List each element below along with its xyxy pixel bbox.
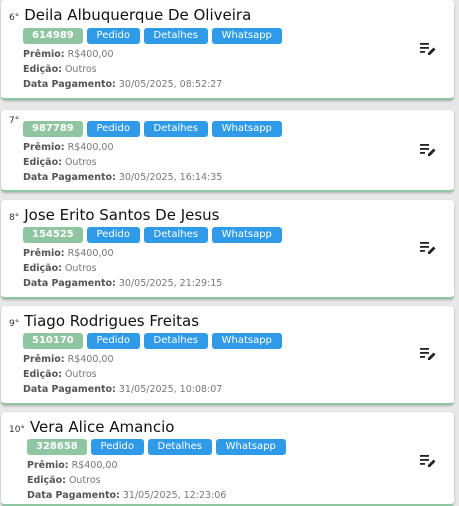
edicao-label: Edição: — [23, 369, 62, 380]
edit-list-icon[interactable] — [420, 42, 436, 56]
position-label: 7° — [9, 116, 20, 126]
whatsapp-button[interactable]: Whatsapp — [211, 227, 282, 243]
edicao-value: Outros — [64, 157, 97, 168]
data-pagamento-label: Data Pagamento: — [23, 79, 116, 90]
edit-list-icon[interactable] — [420, 143, 436, 157]
pedido-button[interactable]: Pedido — [86, 121, 140, 137]
data-pagamento-label: Data Pagamento: — [23, 172, 116, 183]
premio-value: R$400,00 — [71, 460, 118, 471]
whatsapp-button[interactable]: Whatsapp — [211, 28, 282, 44]
winner-card: 9° Tiago Rodrigues Freitas 510170 Pedido… — [1, 306, 454, 405]
data-pagamento-label: Data Pagamento: — [27, 490, 120, 501]
edicao-value: Outros — [64, 64, 97, 75]
edicao-value: Outros — [68, 475, 101, 486]
pedido-button[interactable]: Pedido — [90, 439, 144, 455]
pedido-button[interactable]: Pedido — [86, 28, 140, 44]
detalhes-button[interactable]: Detalhes — [143, 28, 208, 44]
data-pagamento-value: 30/05/2025, 08:52:27 — [118, 79, 223, 90]
detalhes-button[interactable]: Detalhes — [143, 333, 208, 349]
position-label: 6° — [9, 13, 20, 23]
ticket-code-badge: 614989 — [23, 28, 83, 44]
edicao-label: Edição: — [23, 64, 62, 75]
whatsapp-button[interactable]: Whatsapp — [211, 121, 282, 137]
premio-value: R$400,00 — [67, 248, 114, 259]
winner-name: Jose Erito Santos De Jesus — [24, 206, 220, 224]
detalhes-button[interactable]: Detalhes — [143, 227, 208, 243]
edicao-label: Edição: — [27, 475, 66, 486]
premio-value: R$400,00 — [67, 142, 114, 153]
edicao-label: Edição: — [23, 157, 62, 168]
detalhes-button[interactable]: Detalhes — [143, 121, 208, 137]
data-pagamento-label: Data Pagamento: — [23, 278, 116, 289]
data-pagamento-value: 30/05/2025, 16:14:35 — [118, 172, 223, 183]
ticket-code-badge: 328658 — [27, 439, 87, 455]
premio-label: Prêmio: — [23, 49, 65, 60]
winner-details: Prêmio: R$400,00 Edição: Outros Data Pag… — [23, 352, 222, 397]
ticket-code-badge: 510170 — [23, 333, 83, 349]
data-pagamento-label: Data Pagamento: — [23, 384, 116, 395]
data-pagamento-value: 31/05/2025, 12:23:06 — [122, 490, 227, 501]
winner-name: Deila Albuquerque De Oliveira — [24, 6, 252, 24]
ticket-code-badge: 154525 — [23, 227, 83, 243]
ticket-code-badge: 987789 — [23, 121, 83, 137]
whatsapp-button[interactable]: Whatsapp — [211, 333, 282, 349]
winner-card: 8° Jose Erito Santos De Jesus 154525 Ped… — [1, 200, 454, 299]
position-label: 9° — [9, 319, 20, 329]
detalhes-button[interactable]: Detalhes — [147, 439, 212, 455]
winner-card: 7° 987789 Pedido Detalhes Whatsapp Prêmi… — [1, 110, 454, 192]
edit-list-icon[interactable] — [420, 347, 436, 361]
data-pagamento-value: 30/05/2025, 21:29:15 — [118, 278, 223, 289]
premio-label: Prêmio: — [23, 354, 65, 365]
edicao-value: Outros — [64, 369, 97, 380]
winner-details: Prêmio: R$400,00 Edição: Outros Data Pag… — [23, 47, 222, 92]
pedido-button[interactable]: Pedido — [86, 227, 140, 243]
winner-name: Vera Alice Amancio — [29, 418, 175, 436]
data-pagamento-value: 31/05/2025, 10:08:07 — [118, 384, 223, 395]
winner-name: Tiago Rodrigues Freitas — [24, 312, 200, 330]
edit-list-icon[interactable] — [420, 241, 436, 255]
winner-details: Prêmio: R$400,00 Edição: Outros Data Pag… — [23, 246, 222, 291]
whatsapp-button[interactable]: Whatsapp — [215, 439, 286, 455]
winner-card: 6° Deila Albuquerque De Oliveira 614989 … — [1, 0, 454, 100]
premio-label: Prêmio: — [23, 248, 65, 259]
winner-details: Prêmio: R$400,00 Edição: Outros Data Pag… — [23, 140, 222, 185]
premio-label: Prêmio: — [23, 142, 65, 153]
winner-card: 10° Vera Alice Amancio 328658 Pedido Det… — [1, 412, 454, 506]
edit-list-icon[interactable] — [420, 454, 436, 468]
edicao-value: Outros — [64, 263, 97, 274]
premio-label: Prêmio: — [27, 460, 69, 471]
position-label: 8° — [9, 213, 20, 223]
premio-value: R$400,00 — [67, 354, 114, 365]
position-label: 10° — [9, 425, 25, 435]
pedido-button[interactable]: Pedido — [86, 333, 140, 349]
premio-value: R$400,00 — [67, 49, 114, 60]
winner-details: Prêmio: R$400,00 Edição: Outros Data Pag… — [27, 458, 226, 503]
edicao-label: Edição: — [23, 263, 62, 274]
